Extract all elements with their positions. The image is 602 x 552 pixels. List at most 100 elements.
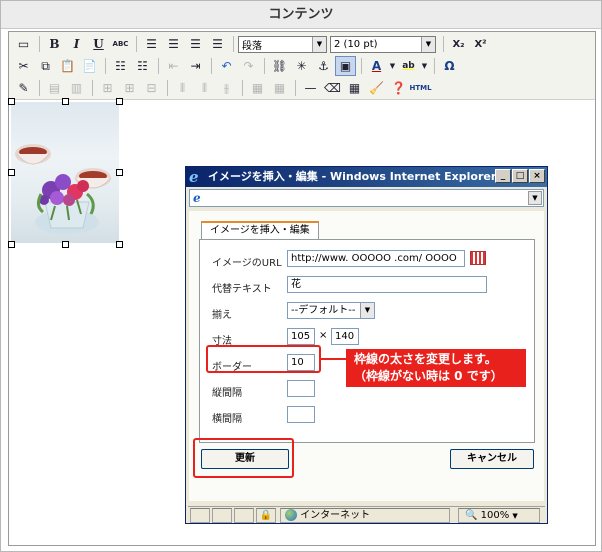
align-select-value: --デフォルト-- <box>291 305 356 316</box>
toolbar-separator <box>361 58 362 74</box>
zoom-icon: 🔍 <box>465 510 478 521</box>
bold-button[interactable]: B <box>44 34 65 54</box>
image-url-field[interactable]: http://www. OOOOO .com/ OOOO <box>287 250 465 267</box>
indent-icon[interactable]: ⇥ <box>185 56 206 76</box>
delete-row-icon[interactable]: ⊟ <box>141 78 162 98</box>
width-field[interactable]: 105 <box>287 328 315 345</box>
table-cell-icon[interactable]: ▥ <box>66 78 87 98</box>
ie-window-title: イメージを挿入・編集 - Windows Internet Explorer <box>186 167 547 187</box>
resize-handle-sw[interactable] <box>8 241 15 248</box>
toolbar-separator <box>242 80 243 96</box>
resize-handle-w[interactable] <box>8 169 15 176</box>
align-right-icon[interactable]: ☰ <box>185 34 206 54</box>
unlink-icon[interactable]: ✳ <box>291 56 312 76</box>
close-icon[interactable]: × <box>529 169 545 183</box>
delete-column-icon[interactable]: ⫵ <box>216 78 237 98</box>
resize-handle-nw[interactable] <box>8 98 15 105</box>
resize-handle-ne[interactable] <box>116 98 123 105</box>
align-left-icon[interactable]: ☰ <box>141 34 162 54</box>
insert-column-before-icon[interactable]: ⫴ <box>172 78 193 98</box>
toolbar-row-1: ▭ B I U ABC ☰ ☰ ☰ ☰ 段落 ▼ 2 (10 pt) ▼ X₂ … <box>13 33 492 55</box>
callout-connector <box>321 358 347 360</box>
hspace-field[interactable] <box>287 406 315 423</box>
toolbar-separator <box>264 58 265 74</box>
resize-handle-se[interactable] <box>116 241 123 248</box>
zoom-control[interactable]: 🔍 100% ▼ <box>458 508 540 523</box>
window-controls: _ □ × <box>495 169 545 183</box>
toolbar-separator <box>167 80 168 96</box>
numbered-list-icon[interactable]: ☷ <box>132 56 153 76</box>
font-color-icon[interactable]: A <box>366 56 387 76</box>
zone-indicator: インターネット <box>280 508 450 523</box>
chevron-down-icon: ▼ <box>312 36 326 52</box>
superscript-button[interactable]: X² <box>470 34 491 54</box>
tab-insert-image[interactable]: イメージを挿入・編集 <box>201 221 319 240</box>
height-field[interactable]: 140 <box>331 328 359 345</box>
format-select-value: 段落 <box>242 40 262 52</box>
status-cell <box>190 508 210 523</box>
insert-row-before-icon[interactable]: ⊞ <box>97 78 118 98</box>
resize-handle-n[interactable] <box>62 98 69 105</box>
browse-icon[interactable] <box>470 251 486 265</box>
subscript-button[interactable]: X₂ <box>448 34 469 54</box>
toolbar-separator <box>105 58 106 74</box>
link-icon[interactable]: ⛓ <box>269 56 290 76</box>
strikethrough-button[interactable]: ABC <box>110 34 131 54</box>
help-icon[interactable]: ❓ <box>388 78 409 98</box>
align-center-icon[interactable]: ☰ <box>163 34 184 54</box>
chevron-down-icon[interactable]: ▼ <box>528 191 542 205</box>
toolbar-separator <box>434 58 435 74</box>
chevron-down-icon[interactable]: ▼ <box>420 56 429 76</box>
vspace-field[interactable] <box>287 380 315 397</box>
chevron-down-icon[interactable]: ▼ <box>388 56 397 76</box>
edit-icon[interactable]: ✎ <box>13 78 34 98</box>
cancel-button[interactable]: キャンセル <box>450 449 534 469</box>
paste-text-icon[interactable]: 📄 <box>79 56 100 76</box>
cut-icon[interactable]: ✂ <box>13 56 34 76</box>
new-document-icon[interactable]: ▭ <box>13 34 34 54</box>
html-source-button[interactable]: HTML <box>409 78 431 98</box>
maximize-icon[interactable]: □ <box>512 169 528 183</box>
toolbar-separator <box>295 80 296 96</box>
minimize-icon[interactable]: _ <box>495 169 511 183</box>
align-justify-icon[interactable]: ☰ <box>207 34 228 54</box>
callout-line-2: （枠線がない時は 0 です） <box>354 369 503 383</box>
redo-icon[interactable]: ↷ <box>238 56 259 76</box>
format-select[interactable]: 段落 ▼ <box>238 35 327 53</box>
remove-format-icon[interactable]: ⌫ <box>322 78 343 98</box>
flower-image[interactable] <box>11 102 119 243</box>
resize-handle-s[interactable] <box>62 241 69 248</box>
undo-icon[interactable]: ↶ <box>216 56 237 76</box>
insert-table-icon[interactable]: ▦ <box>344 78 365 98</box>
zone-label: インターネット <box>300 510 371 521</box>
font-size-select[interactable]: 2 (10 pt) ▼ <box>330 35 436 53</box>
border-callout: 枠線の太さを変更します。 （枠線がない時は 0 です） <box>346 349 526 387</box>
zoom-level: 100% <box>480 510 510 521</box>
insert-image-icon[interactable]: ▣ <box>335 56 356 76</box>
merge-cells-icon[interactable]: ▦ <box>269 78 290 98</box>
address-bar[interactable]: e ▼ <box>189 189 544 207</box>
toolbar-separator <box>39 80 40 96</box>
italic-button[interactable]: I <box>66 34 87 54</box>
split-cells-icon[interactable]: ▦ <box>247 78 268 98</box>
align-select[interactable]: --デフォルト-- ▼ <box>287 302 375 319</box>
resize-handle-e[interactable] <box>116 169 123 176</box>
table-row-icon[interactable]: ▤ <box>44 78 65 98</box>
outdent-icon[interactable]: ⇤ <box>163 56 184 76</box>
update-button-highlight <box>193 438 294 478</box>
bullet-list-icon[interactable]: ☷ <box>110 56 131 76</box>
insert-column-after-icon[interactable]: ⫴ <box>194 78 215 98</box>
highlight-color-icon[interactable]: ab <box>398 56 419 76</box>
toolbar-separator <box>443 36 444 52</box>
alt-text-label: 代替テキスト <box>212 284 272 295</box>
cleanup-icon[interactable]: 🧹 <box>366 78 387 98</box>
special-character-button[interactable]: Ω <box>439 56 460 76</box>
alt-text-field[interactable]: 花 <box>287 276 487 293</box>
align-label: 揃え <box>212 310 232 321</box>
paste-icon[interactable]: 📋 <box>57 56 78 76</box>
anchor-icon[interactable]: ⚓ <box>313 56 334 76</box>
insert-row-after-icon[interactable]: ⊞ <box>119 78 140 98</box>
underline-button[interactable]: U <box>88 34 109 54</box>
copy-icon[interactable]: ⧉ <box>35 56 56 76</box>
horizontal-rule-icon[interactable]: — <box>300 78 321 98</box>
